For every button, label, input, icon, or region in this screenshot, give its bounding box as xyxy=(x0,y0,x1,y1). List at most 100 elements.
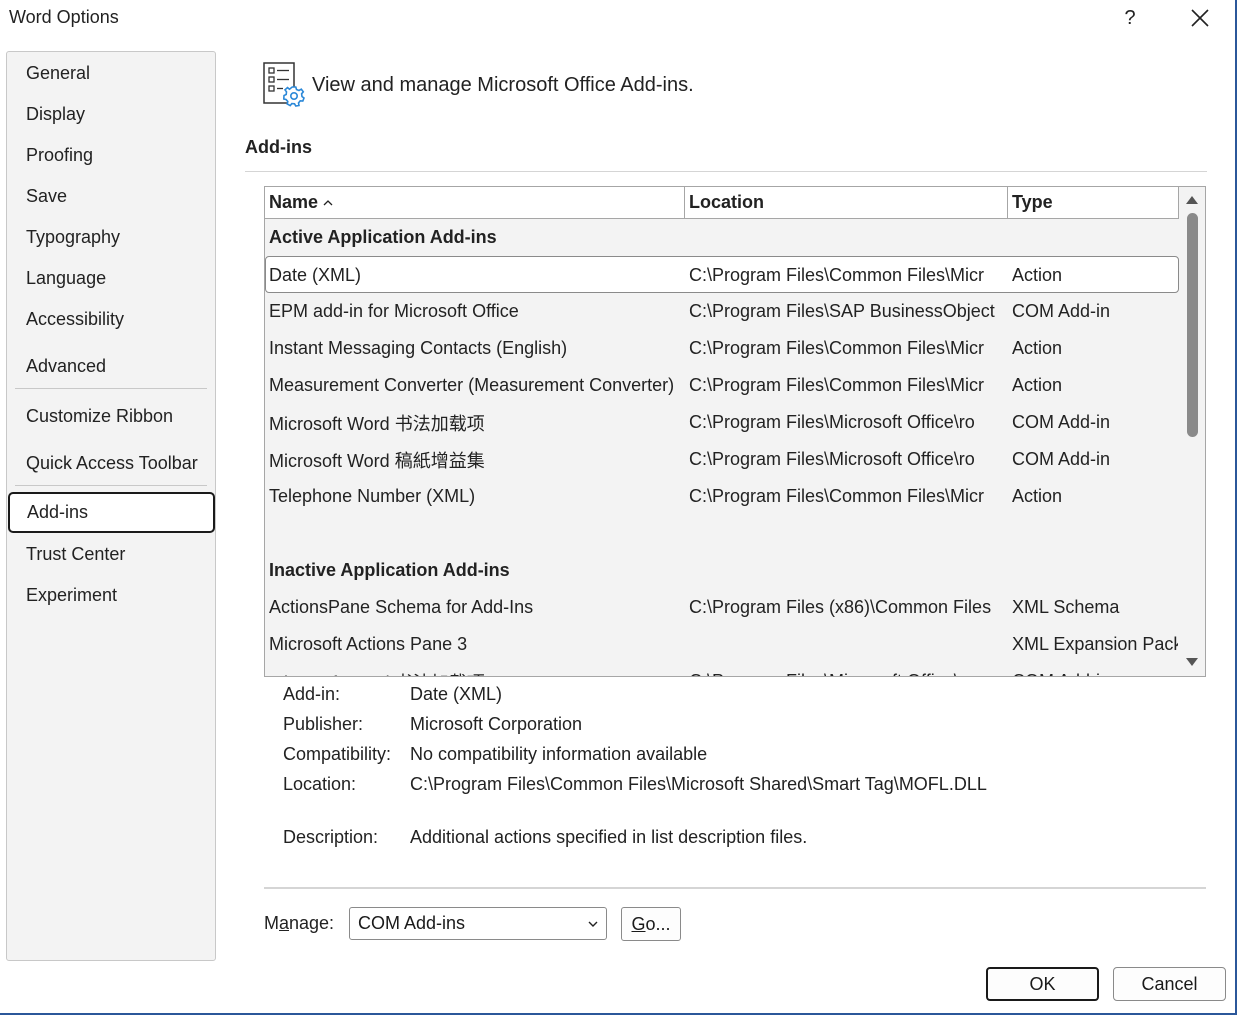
detail-description-value: Additional actions specified in list des… xyxy=(410,827,808,847)
table-row[interactable]: Date (XML) C:\Program Files\Common Files… xyxy=(265,256,1179,293)
detail-addin-label: Add-in: xyxy=(283,684,341,704)
cell-name: Telephone Number (XML) xyxy=(269,486,476,506)
table-scrollbar[interactable] xyxy=(1179,187,1205,676)
cell-name: Measurement Converter (Measurement Conve… xyxy=(269,375,675,395)
sidebar-divider xyxy=(15,388,207,389)
go-button-label: o... xyxy=(645,913,671,934)
scrollbar-thumb[interactable] xyxy=(1187,213,1198,437)
column-header-location[interactable]: Location xyxy=(685,187,1008,218)
sidebar-item-add-ins[interactable]: Add-ins xyxy=(8,492,215,533)
cell-name: Microsoft Actions Pane 3 xyxy=(269,634,468,654)
cell-type: Action xyxy=(1012,265,1063,285)
cell-name: ActionsPane Schema for Add-Ins xyxy=(269,597,534,617)
cell-location: C:\Program Files\Microsoft Office\ro xyxy=(689,412,975,432)
cell-location: C:\Program Files\Common Files\Micr xyxy=(689,375,985,395)
manage-label-mnemonic: a xyxy=(279,913,290,933)
group-header-active: Active Application Add-ins xyxy=(269,227,497,247)
addins-gear-icon xyxy=(263,62,305,107)
cell-location: C:\Program Files\Common Files\Micr xyxy=(689,265,985,285)
close-button[interactable] xyxy=(1177,2,1223,34)
column-header-name[interactable]: Name xyxy=(265,187,685,218)
cell-type: Action xyxy=(1012,375,1063,395)
header-description: View and manage Microsoft Office Add-ins… xyxy=(312,74,694,96)
cell-type: XML Expansion Pack xyxy=(1012,634,1178,654)
detail-publisher-label: Publisher: xyxy=(283,714,364,734)
cell-location: C:\Program Files\Common Files\Micr xyxy=(689,486,985,506)
close-icon xyxy=(1191,9,1209,27)
cell-type: XML Schema xyxy=(1012,597,1120,617)
sidebar-item-proofing[interactable]: Proofing xyxy=(7,135,215,176)
cell-location: C:\Program Files\Common Files\Micr xyxy=(689,338,985,358)
table-row[interactable]: Microsoft Word 书法加载项 C:\Program Files\Mi… xyxy=(265,404,1179,441)
cell-type: COM Add-in xyxy=(1012,301,1111,321)
manage-label-pre: M xyxy=(264,913,279,933)
cell-type: Action xyxy=(1012,486,1063,506)
cell-type: COM Add-in xyxy=(1012,449,1111,469)
table-row[interactable]: Telephone Number (XML) C:\Program Files\… xyxy=(265,478,1179,515)
detail-compatibility-label: Compatibility: xyxy=(283,744,392,764)
table-row[interactable]: Microsoft Actions Pane 3 XML Expansion P… xyxy=(265,626,1179,663)
sidebar-item-advanced[interactable]: Advanced xyxy=(7,346,215,387)
sidebar-item-display[interactable]: Display xyxy=(7,94,215,135)
detail-location-label: Location: xyxy=(283,774,357,794)
cell-name: Microsoft Word 书法加载项 xyxy=(269,413,485,434)
go-button[interactable]: Go... xyxy=(621,907,681,941)
table-row[interactable]: EPM add-in for Microsoft Office C:\Progr… xyxy=(265,293,1179,330)
sidebar-item-accessibility[interactable]: Accessibility xyxy=(7,299,215,340)
chevron-down-icon xyxy=(588,921,598,927)
cell-location: C:\Program Files\Microsoft Office\ro xyxy=(689,663,1005,676)
help-button[interactable]: ? xyxy=(1107,2,1153,34)
title-bar: Word Options ? xyxy=(0,0,1235,38)
cell-name: Microsoft Word 书法加载项 xyxy=(269,663,681,677)
addins-table[interactable]: Name Location Type Active Application Ad… xyxy=(264,186,1206,677)
sidebar-item-quick-access-toolbar[interactable]: Quick Access Toolbar xyxy=(7,443,215,484)
sidebar-divider xyxy=(15,485,207,486)
scroll-down-arrow-icon[interactable] xyxy=(1185,655,1199,669)
manage-label-post: nage: xyxy=(289,913,335,933)
sidebar-item-trust-center[interactable]: Trust Center xyxy=(7,534,215,575)
cell-location: C:\Program Files (x86)\Common Files xyxy=(689,597,992,617)
sidebar-item-language[interactable]: Language xyxy=(7,258,215,299)
manage-divider xyxy=(264,887,1206,889)
table-row[interactable]: Instant Messaging Contacts (English) C:\… xyxy=(265,330,1179,367)
cell-name: Microsoft Word 稿紙增益集 xyxy=(269,450,485,471)
word-options-dialog: Word Options ? General Display Proofing … xyxy=(0,0,1237,1015)
cell-location xyxy=(689,626,1005,663)
sidebar-item-customize-ribbon[interactable]: Customize Ribbon xyxy=(7,396,215,437)
section-title: Add-ins xyxy=(245,137,312,157)
table-row[interactable]: Microsoft Word 书法加载项 C:\Program Files\Mi… xyxy=(265,663,1179,677)
cell-location: C:\Program Files\Microsoft Office\ro xyxy=(689,449,975,469)
cancel-button[interactable]: Cancel xyxy=(1113,967,1226,1001)
detail-description-label: Description: xyxy=(283,827,379,847)
table-row[interactable]: ActionsPane Schema for Add-Ins C:\Progra… xyxy=(265,589,1179,626)
cell-type: Action xyxy=(1012,338,1063,358)
options-sidebar: General Display Proofing Save Typography… xyxy=(6,51,216,961)
sidebar-item-general[interactable]: General xyxy=(7,53,215,94)
detail-compatibility-value: No compatibility information available xyxy=(410,744,708,764)
scroll-up-arrow-icon[interactable] xyxy=(1185,193,1199,207)
table-row[interactable]: Microsoft Word 稿紙增益集 C:\Program Files\Mi… xyxy=(265,441,1179,478)
cell-name: Date (XML) xyxy=(269,265,362,285)
group-header-inactive: Inactive Application Add-ins xyxy=(269,560,510,580)
detail-publisher-value: Microsoft Corporation xyxy=(410,714,583,734)
table-header: Name Location Type xyxy=(265,187,1179,219)
detail-addin-value: Date (XML) xyxy=(410,684,503,704)
sort-ascending-icon xyxy=(323,199,333,205)
cell-type: COM Add-in xyxy=(1012,412,1111,432)
go-button-mnemonic: G xyxy=(631,913,646,934)
ok-button[interactable]: OK xyxy=(986,967,1099,1001)
sidebar-item-typography[interactable]: Typography xyxy=(7,217,215,258)
cell-name: Instant Messaging Contacts (English) xyxy=(269,338,568,358)
window-title: Word Options xyxy=(9,7,119,27)
cell-name: EPM add-in for Microsoft Office xyxy=(269,301,519,321)
cell-location: C:\Program Files\SAP BusinessObject xyxy=(689,301,995,321)
detail-location-value: C:\Program Files\Common Files\Microsoft … xyxy=(410,774,987,794)
sidebar-item-experiment[interactable]: Experiment xyxy=(7,575,215,616)
section-divider xyxy=(245,171,1207,172)
manage-dropdown[interactable]: COM Add-ins xyxy=(349,907,607,940)
table-row[interactable]: Measurement Converter (Measurement Conve… xyxy=(265,367,1179,404)
column-header-type[interactable]: Type xyxy=(1008,187,1179,218)
column-name-label: Name xyxy=(269,192,319,212)
sidebar-item-save[interactable]: Save xyxy=(7,176,215,217)
cell-type: COM Add-in xyxy=(1012,663,1178,676)
